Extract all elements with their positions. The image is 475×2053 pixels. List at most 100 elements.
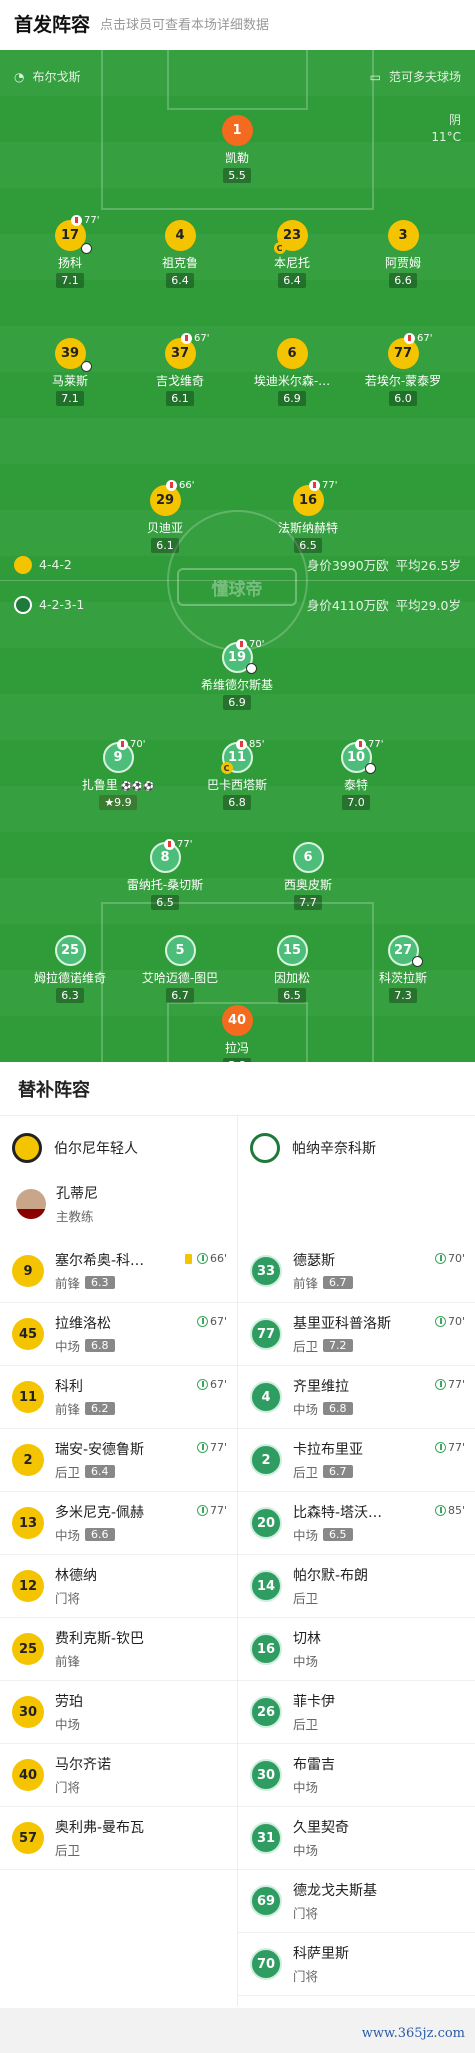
sub-player-row[interactable]: 30 布雷吉 中场: [238, 1744, 475, 1807]
player-name: 巴卡西塔斯: [206, 778, 267, 792]
substitution-icon: [117, 739, 129, 750]
home-team[interactable]: ◔ 布尔戈斯: [14, 68, 81, 85]
player-name: 希维德尔斯基: [200, 678, 273, 692]
sub-player-row[interactable]: 13 多米尼克-佩赫 中场 6.6 77': [0, 1492, 237, 1555]
player-number-badge: 37 67': [164, 333, 210, 369]
sub-player-name: 费利克斯-钦巴: [55, 1631, 145, 1647]
player-card[interactable]: 11 85' C 巴卡西塔斯 6.8: [182, 739, 292, 810]
sub-player-row[interactable]: 20 比森特-塔沃… 中场 6.5 85': [238, 1492, 475, 1555]
sub-player-row[interactable]: 11 科利 前锋 6.2 67': [0, 1366, 237, 1429]
sub-player-rating: 6.8: [323, 1402, 353, 1415]
substitution-icon: [71, 215, 83, 226]
player-number-badge: 19 70': [221, 639, 265, 674]
player-rating: ★9.9: [99, 795, 137, 810]
sub-player-row[interactable]: 16 切林 中场: [238, 1618, 475, 1681]
player-rating: 7.0: [342, 795, 370, 810]
sub-player-row[interactable]: 14 帕尔默-布朗 后卫: [238, 1555, 475, 1618]
sub-player-row[interactable]: 33 德瑟斯 前锋 6.7 70': [238, 1240, 475, 1303]
sub-player-position: 后卫 7.2: [293, 1336, 391, 1355]
whistle-icon: ◔: [14, 69, 25, 84]
sub-player-position: 门将: [55, 1591, 81, 1606]
sub-player-name: 劳珀: [55, 1694, 83, 1710]
player-card[interactable]: 1 凯勒 5.5: [182, 115, 292, 183]
sub-player-name: 卡拉布里亚: [293, 1442, 363, 1458]
sub-player-row[interactable]: 2 瑞安-安德鲁斯 后卫 6.4 77': [0, 1429, 237, 1492]
sub-player-row[interactable]: 57 奥利弗-曼布瓦 后卫: [0, 1807, 237, 1870]
player-card[interactable]: 27 科茨拉斯 7.3: [348, 935, 458, 1003]
sub-player-row[interactable]: 77 基里亚科普洛斯 后卫 7.2 70': [238, 1303, 475, 1366]
player-name: 扎鲁里 ⚽⚽⚽: [81, 778, 155, 792]
sub-player-name: 多米尼克-佩赫: [55, 1505, 145, 1521]
sub-player-name: 科利: [55, 1379, 83, 1395]
sub-player-row[interactable]: 2 卡拉布里亚 后卫 6.7 77': [238, 1429, 475, 1492]
sub-on-time: 77': [196, 1441, 227, 1454]
player-card[interactable]: 3 阿贾姆 6.6: [348, 220, 458, 288]
player-card[interactable]: 77 67' 若埃尔-蒙泰罗 6.0: [348, 333, 458, 406]
sub-on-time: 70': [434, 1252, 465, 1265]
player-rating: 6.5: [294, 538, 322, 553]
player-card[interactable]: 23 C 本尼托 6.4: [237, 220, 347, 288]
player-name: 若埃尔-蒙泰罗: [364, 374, 442, 388]
sub-player-row[interactable]: 69 德龙戈夫斯基 门将: [238, 1870, 475, 1933]
goal-ball-icon: [364, 763, 376, 774]
away-formation-row: 4-2-3-1 身价4110万欧 平均29.0岁: [14, 595, 461, 614]
player-card[interactable]: 37 67' 吉戈维奇 6.1: [125, 333, 235, 406]
substitution-icon: [236, 739, 248, 750]
sub-player-row[interactable]: 25 费利克斯-钦巴 前锋: [0, 1618, 237, 1681]
sub-player-row[interactable]: 4 齐里维拉 中场 6.8 77': [238, 1366, 475, 1429]
player-card[interactable]: 6 埃迪米尔森-… 6.9: [237, 338, 347, 406]
sub-player-row[interactable]: 30 劳珀 中场: [0, 1681, 237, 1744]
sub-player-row[interactable]: 31 久里契奇 中场: [238, 1807, 475, 1870]
player-card[interactable]: 17 77' 扬科 7.1: [15, 215, 125, 288]
coach-avatar: [16, 1189, 46, 1219]
sub-player-row[interactable]: 26 菲卡伊 后卫: [238, 1681, 475, 1744]
sub-on-icon: [434, 1442, 446, 1453]
sub-player-rating: 6.2: [85, 1402, 115, 1415]
sub-player-position: 前锋 6.2: [55, 1399, 115, 1418]
player-name: 扬科: [57, 256, 82, 270]
sub-player-name: 菲卡伊: [293, 1694, 335, 1710]
sub-player-row[interactable]: 45 拉维洛松 中场 6.8 67': [0, 1303, 237, 1366]
temperature: 11°C: [431, 130, 461, 144]
sub-number-badge: 69: [250, 1885, 282, 1917]
player-card[interactable]: 5 艾哈迈德-图巴 6.7: [125, 935, 235, 1003]
player-number-badge: 17 77': [54, 215, 100, 254]
player-card[interactable]: 40拉冯5.8: [182, 1005, 292, 1062]
player-number-badge: 10 77': [340, 739, 384, 774]
player-card[interactable]: 39 马莱斯 7.1: [15, 338, 125, 406]
player-number-badge: 40: [221, 1005, 253, 1036]
sub-player-name: 科萨里斯: [293, 1946, 349, 1962]
sub-player-row[interactable]: 9 塞尔希奥-科… 前锋 6.3 66': [0, 1240, 237, 1303]
sub-off-indicator: 70': [117, 739, 146, 750]
player-number-badge: 6: [276, 338, 308, 369]
player-card[interactable]: 19 70' 希维德尔斯基 6.9: [182, 639, 292, 710]
player-card[interactable]: 25 姆拉德诺维奇 6.3: [15, 935, 125, 1003]
sub-player-position: 中场 6.6: [55, 1525, 144, 1544]
sub-on-time: 66': [184, 1252, 227, 1265]
sub-player-row[interactable]: 12 林德纳 门将: [0, 1555, 237, 1618]
player-card[interactable]: 9 70' 扎鲁里 ⚽⚽⚽ ★9.9: [63, 739, 173, 810]
coach[interactable]: 孔蒂尼 主教练: [16, 1183, 98, 1225]
sub-on-time: 67': [196, 1315, 227, 1328]
player-card[interactable]: 10 77' 泰特 7.0: [301, 739, 411, 810]
venue: ▭ 范可多夫球场: [369, 69, 461, 85]
player-name: 埃迪米尔森-…: [253, 374, 331, 388]
home-value: 身价3990万欧: [306, 558, 389, 573]
sub-player-row[interactable]: 40 马尔齐诺 门将: [0, 1744, 237, 1807]
player-card[interactable]: 15 因加松 6.5: [237, 935, 347, 1003]
substitution-icon: [404, 333, 416, 344]
sub-player-position: 中场 6.8: [55, 1336, 115, 1355]
away-formation: 4-2-3-1: [39, 597, 85, 612]
player-name: 西奥皮斯: [283, 878, 332, 892]
sub-player-name: 久里契奇: [293, 1820, 349, 1836]
sub-player-rating: 6.7: [323, 1465, 353, 1478]
player-card[interactable]: 6 西奥皮斯 7.7: [253, 842, 363, 910]
player-card[interactable]: 16 77' 法斯纳赫特 6.5: [253, 480, 363, 553]
player-card[interactable]: 4 祖克鲁 6.4: [125, 220, 235, 288]
player-card[interactable]: 29 66' 贝迪亚 6.1: [110, 480, 220, 553]
player-rating: 6.9: [223, 695, 251, 710]
player-card[interactable]: 8 77' 雷纳托-桑切斯 6.5: [110, 839, 220, 910]
sub-on-time: 77': [434, 1378, 465, 1391]
player-number-badge: 6: [292, 842, 324, 873]
sub-player-row[interactable]: 70 科萨里斯 门将: [238, 1933, 475, 1996]
